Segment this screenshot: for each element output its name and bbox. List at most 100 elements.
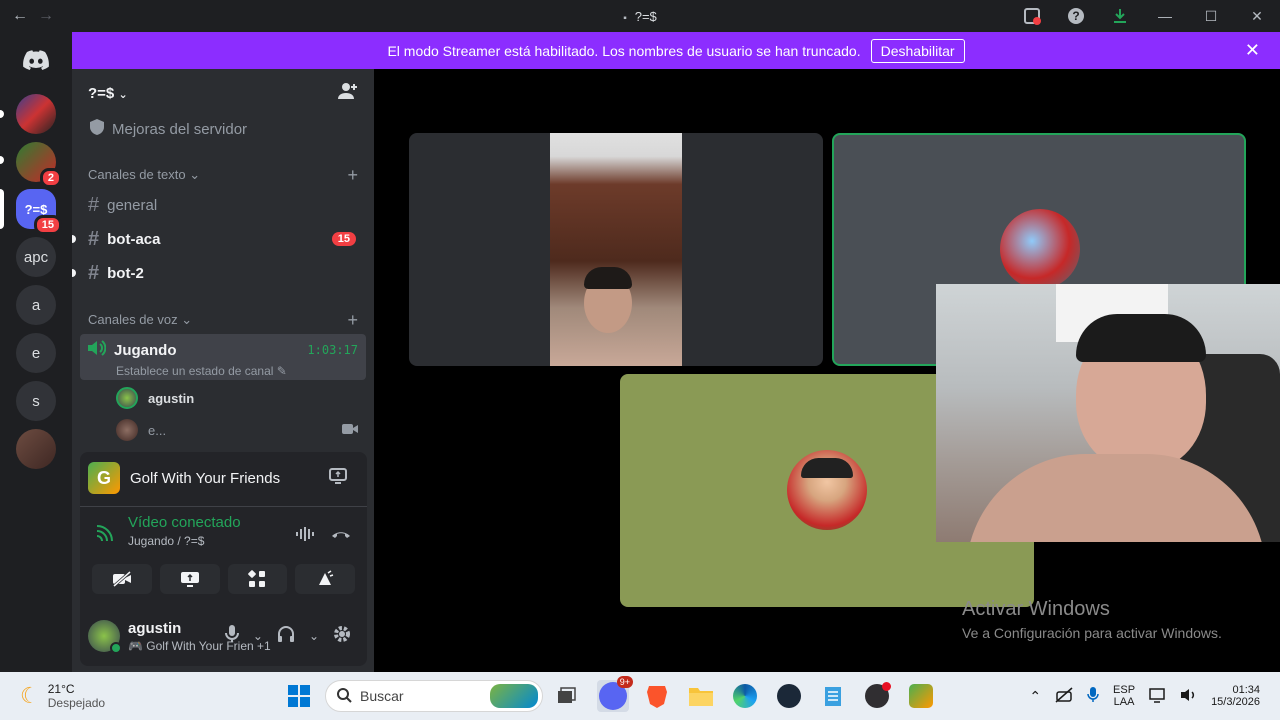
online-status-icon bbox=[110, 642, 122, 654]
microphone-icon[interactable] bbox=[224, 624, 239, 648]
clock[interactable]: 01:34 15/3/2026 bbox=[1211, 684, 1260, 708]
steam-icon[interactable] bbox=[773, 680, 805, 712]
mention-badge: 15 bbox=[33, 215, 62, 235]
divider bbox=[80, 506, 367, 507]
forward-arrow-icon[interactable]: → bbox=[38, 7, 54, 25]
minimize-icon[interactable]: — bbox=[1142, 0, 1188, 32]
disable-streamer-button[interactable]: Deshabilitar bbox=[870, 38, 965, 63]
close-icon[interactable]: ✕ bbox=[1234, 0, 1280, 32]
download-icon[interactable] bbox=[1098, 0, 1142, 32]
taskbar-search[interactable]: Buscar bbox=[325, 680, 543, 712]
close-banner-icon[interactable]: ✕ bbox=[1245, 40, 1260, 61]
voice-channels-category[interactable]: Canales de voz ⌄ + bbox=[72, 310, 374, 330]
clock-time: 01:34 bbox=[1232, 684, 1260, 696]
voice-connection: Vídeo conectado Jugando / ?=$ bbox=[92, 514, 355, 554]
pencil-icon[interactable]: ✎ bbox=[277, 364, 287, 378]
edge-icon[interactable] bbox=[729, 680, 761, 712]
disconnect-icon[interactable] bbox=[331, 526, 351, 547]
voice-timer: 1:03:17 bbox=[307, 343, 358, 357]
discord-taskbar-icon[interactable]: 9+ bbox=[597, 676, 633, 712]
server-header[interactable]: ?=$ ⌄ bbox=[72, 69, 374, 117]
weather-widget[interactable]: ☾ 21°C Despejado bbox=[20, 682, 105, 710]
discord-home-icon[interactable] bbox=[16, 40, 56, 80]
cap-shape bbox=[801, 458, 853, 478]
task-view-icon[interactable] bbox=[550, 680, 582, 712]
obs-icon[interactable] bbox=[861, 680, 893, 712]
activities-button[interactable] bbox=[227, 564, 288, 594]
moon-icon: ☾ bbox=[20, 683, 40, 708]
voice-channel-jugando[interactable]: Jugando 1:03:17 Establece un estado de c… bbox=[80, 334, 366, 380]
server-icon-s[interactable]: s bbox=[16, 381, 56, 421]
activation-watermark: Activar Windows Ve a Configuración para … bbox=[962, 598, 1222, 641]
share-screen-button[interactable] bbox=[159, 564, 220, 594]
language-indicator[interactable]: ESP LAA bbox=[1113, 684, 1135, 708]
server-icon-7[interactable] bbox=[16, 429, 56, 469]
clock-date: 15/3/2026 bbox=[1211, 696, 1260, 708]
windows-start-icon[interactable] bbox=[283, 680, 315, 712]
nav-buttons: ← → bbox=[12, 7, 54, 25]
voice-user[interactable]: agustin bbox=[72, 382, 374, 414]
channel-general[interactable]: # general bbox=[80, 188, 366, 222]
network-off-icon[interactable] bbox=[1055, 686, 1073, 706]
screen-share-icon[interactable] bbox=[329, 467, 347, 489]
display-icon[interactable] bbox=[1149, 687, 1167, 706]
text-channels-category[interactable]: Canales de texto ⌄ + bbox=[72, 165, 374, 185]
folder-icon[interactable] bbox=[685, 680, 717, 712]
golf-game-icon[interactable] bbox=[905, 680, 937, 712]
voice-status: Vídeo conectado bbox=[128, 514, 241, 531]
server-icon-apc[interactable]: apc bbox=[16, 237, 56, 277]
video-tile-camera[interactable] bbox=[409, 133, 823, 366]
maximize-icon[interactable]: ☐ bbox=[1188, 0, 1234, 32]
server-icon-1[interactable] bbox=[16, 94, 56, 134]
soundboard-button[interactable] bbox=[295, 564, 355, 594]
inbox-icon[interactable] bbox=[1010, 0, 1054, 32]
add-channel-icon[interactable]: + bbox=[347, 165, 358, 186]
channel-name: bot-2 bbox=[107, 264, 144, 282]
camera-icon bbox=[342, 423, 358, 438]
search-placeholder: Buscar bbox=[360, 688, 404, 704]
notepad-icon[interactable] bbox=[817, 680, 849, 712]
channel-bot-2[interactable]: # bot-2 bbox=[72, 256, 366, 290]
channel-status-placeholder[interactable]: Establece un estado de canal bbox=[116, 364, 273, 378]
voice-user[interactable]: e... bbox=[72, 414, 374, 446]
camera-off-button[interactable] bbox=[92, 564, 152, 594]
server-icon-e[interactable]: e bbox=[16, 333, 56, 373]
server-icon-current[interactable]: ?=$ 15 bbox=[16, 189, 62, 235]
chevron-down-icon[interactable]: ⌄ bbox=[309, 629, 319, 643]
add-member-icon[interactable] bbox=[338, 82, 358, 104]
channel-bot-aca[interactable]: # bot-aca 15 bbox=[72, 222, 366, 256]
user-controls: ⌄ ⌄ bbox=[224, 624, 351, 648]
signal-icon[interactable] bbox=[94, 524, 114, 549]
server-label: apc bbox=[23, 248, 49, 266]
add-channel-icon[interactable]: + bbox=[347, 310, 358, 331]
server-boost[interactable]: Mejoras del servidor bbox=[72, 117, 374, 141]
microphone-icon[interactable] bbox=[1087, 686, 1099, 706]
avatar bbox=[88, 620, 122, 654]
mention-badge: 2 bbox=[39, 168, 62, 188]
chevron-down-icon: ⌄ bbox=[181, 312, 193, 327]
volume-icon[interactable] bbox=[1181, 688, 1197, 705]
activity-row[interactable]: G Golf With Your Friends bbox=[88, 460, 359, 496]
noise-suppression-icon[interactable] bbox=[295, 526, 315, 547]
hash-icon: # bbox=[88, 227, 100, 250]
chevron-up-icon[interactable]: ⌃ bbox=[1029, 688, 1041, 705]
temperature: 21°C bbox=[47, 682, 75, 696]
unread-pill bbox=[0, 110, 4, 118]
language-code: ESP bbox=[1113, 684, 1136, 696]
server-icon-a[interactable]: a bbox=[16, 285, 56, 325]
watermark-subtitle: Ve a Configuración para activar Windows. bbox=[962, 625, 1222, 641]
back-arrow-icon[interactable]: ← bbox=[12, 7, 28, 25]
headphones-icon[interactable] bbox=[277, 625, 295, 648]
watermark-title: Activar Windows bbox=[962, 598, 1110, 620]
help-icon[interactable]: ? bbox=[1054, 0, 1098, 32]
user-info-row[interactable]: agustin 🎮 Golf With Your Frien +1 ⌄ ⌄ bbox=[88, 616, 359, 656]
svg-text:?: ? bbox=[1072, 9, 1079, 23]
notification-badge: 9+ bbox=[616, 676, 633, 688]
gear-icon[interactable] bbox=[333, 625, 351, 648]
chevron-down-icon[interactable]: ⌄ bbox=[253, 629, 263, 643]
voice-location[interactable]: Jugando / ?=$ bbox=[128, 534, 355, 548]
server-icon-2[interactable]: 2 bbox=[16, 142, 62, 188]
taskbar: ☾ 21°C Despejado Buscar 9+ ⌃ ESP LAA 01:… bbox=[0, 672, 1280, 720]
brave-icon[interactable] bbox=[641, 680, 673, 712]
recording-dot bbox=[882, 682, 891, 691]
